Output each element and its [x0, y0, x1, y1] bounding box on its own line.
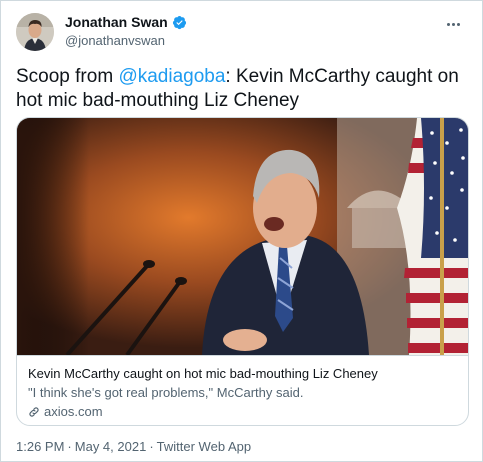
tweet-date[interactable]: May 4, 2021	[75, 439, 147, 454]
card-description: "I think she's got real problems," McCar…	[28, 385, 304, 400]
author-name-row[interactable]: Jonathan Swan	[65, 14, 187, 30]
tweet-footer: 1:26 PM · May 4, 2021 · Twitter Web App	[16, 439, 251, 454]
more-options-icon[interactable]	[446, 13, 468, 29]
avatar[interactable]	[16, 13, 54, 51]
separator: ·	[67, 439, 72, 454]
separator: ·	[149, 439, 154, 454]
link-icon	[29, 406, 39, 417]
tweet-time[interactable]: 1:26 PM	[16, 439, 64, 454]
link-card[interactable]: Kevin McCarthy caught on hot mic bad-mou…	[16, 117, 469, 426]
card-meta[interactable]: Kevin McCarthy caught on hot mic bad-mou…	[17, 355, 468, 425]
card-title[interactable]: Kevin McCarthy caught on hot mic bad-mou…	[28, 366, 378, 381]
author-handle[interactable]: @jonathanvswan	[65, 33, 165, 48]
author-name[interactable]: Jonathan Swan	[65, 14, 168, 30]
mention-link[interactable]: @kadiagoba	[118, 66, 225, 87]
card-image[interactable]	[17, 118, 468, 355]
card-domain-text[interactable]: axios.com	[44, 404, 103, 419]
tweet-source[interactable]: Twitter Web App	[157, 439, 251, 454]
verified-badge-icon	[172, 15, 186, 29]
avatar-image	[16, 13, 54, 51]
tweet-container: Jonathan Swan @jonathanvswan Scoop from …	[0, 0, 483, 462]
tweet-text: Scoop from @kadiagoba: Kevin McCarthy ca…	[16, 65, 471, 113]
tweet-text-prefix: Scoop from	[16, 66, 119, 87]
card-domain[interactable]: axios.com	[28, 404, 103, 419]
